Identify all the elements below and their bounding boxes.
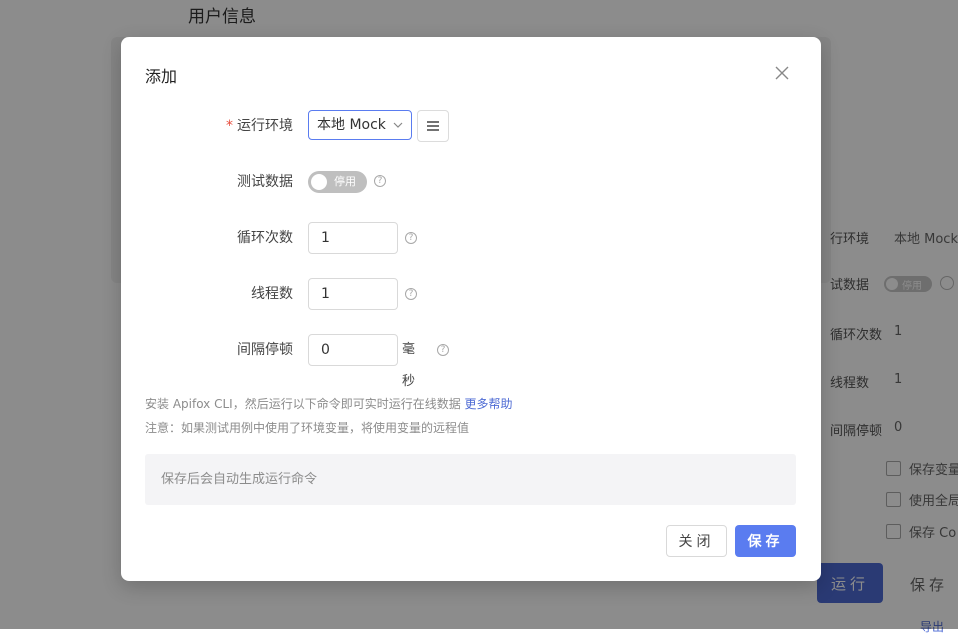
save-button[interactable]: 保存 (735, 525, 796, 557)
menu-icon (427, 121, 439, 131)
toggle-label: 停用 (334, 175, 356, 188)
threads-input[interactable] (308, 278, 398, 310)
modal-title: 添加 (145, 67, 178, 86)
threads-label: 线程数 (251, 286, 293, 302)
interval-input[interactable] (308, 334, 398, 366)
cancel-button[interactable]: 关闭 (666, 525, 727, 557)
env-var-note: 注意：如果测试用例中使用了环境变量，将使用变量的远程值 (145, 421, 470, 435)
environment-label-text: 运行环境 (237, 118, 293, 134)
field-test-data: 测试数据 停用 ? (121, 166, 821, 198)
required-mark: * (226, 118, 233, 134)
environment-select-value: 本地 Mock (317, 117, 386, 133)
interval-unit: 毫秒 (402, 342, 416, 389)
loop-count-label: 循环次数 (237, 230, 293, 246)
field-environment: * 运行环境 本地 Mock (121, 110, 821, 142)
more-help-link[interactable]: 更多帮助 (465, 397, 513, 411)
chevron-down-icon (393, 122, 403, 128)
close-icon[interactable] (775, 63, 793, 83)
add-modal: 添加 * 运行环境 本地 Mock 测试数据 停用 ? 循环次数 1 ? 线程数… (121, 37, 821, 581)
field-threads: 线程数 ? (121, 278, 821, 310)
cli-hint: 安装 Apifox CLI，然后运行以下命令即可实时运行在线数据 更多帮助 (145, 395, 513, 412)
field-interval: 间隔停顿 毫秒 ? (121, 334, 821, 389)
loop-count-input[interactable] (308, 222, 398, 254)
environment-label: * 运行环境 (121, 110, 293, 142)
help-icon[interactable]: ? (437, 344, 449, 356)
environment-manage-button[interactable] (417, 110, 449, 142)
test-data-label: 测试数据 (237, 174, 293, 190)
help-icon[interactable]: ? (374, 175, 386, 187)
interval-label: 间隔停顿 (237, 342, 293, 358)
help-icon[interactable]: ? (405, 288, 417, 300)
help-icon[interactable]: ? (405, 232, 417, 244)
command-box: 保存后会自动生成运行命令 (145, 454, 796, 505)
field-loop-count: 循环次数 ? (121, 222, 821, 254)
test-data-toggle[interactable]: 停用 (308, 171, 367, 193)
environment-select[interactable]: 本地 Mock (308, 110, 412, 140)
toggle-knob (311, 174, 327, 190)
cli-hint-text: 安装 Apifox CLI，然后运行以下命令即可实时运行在线数据 (145, 397, 461, 411)
